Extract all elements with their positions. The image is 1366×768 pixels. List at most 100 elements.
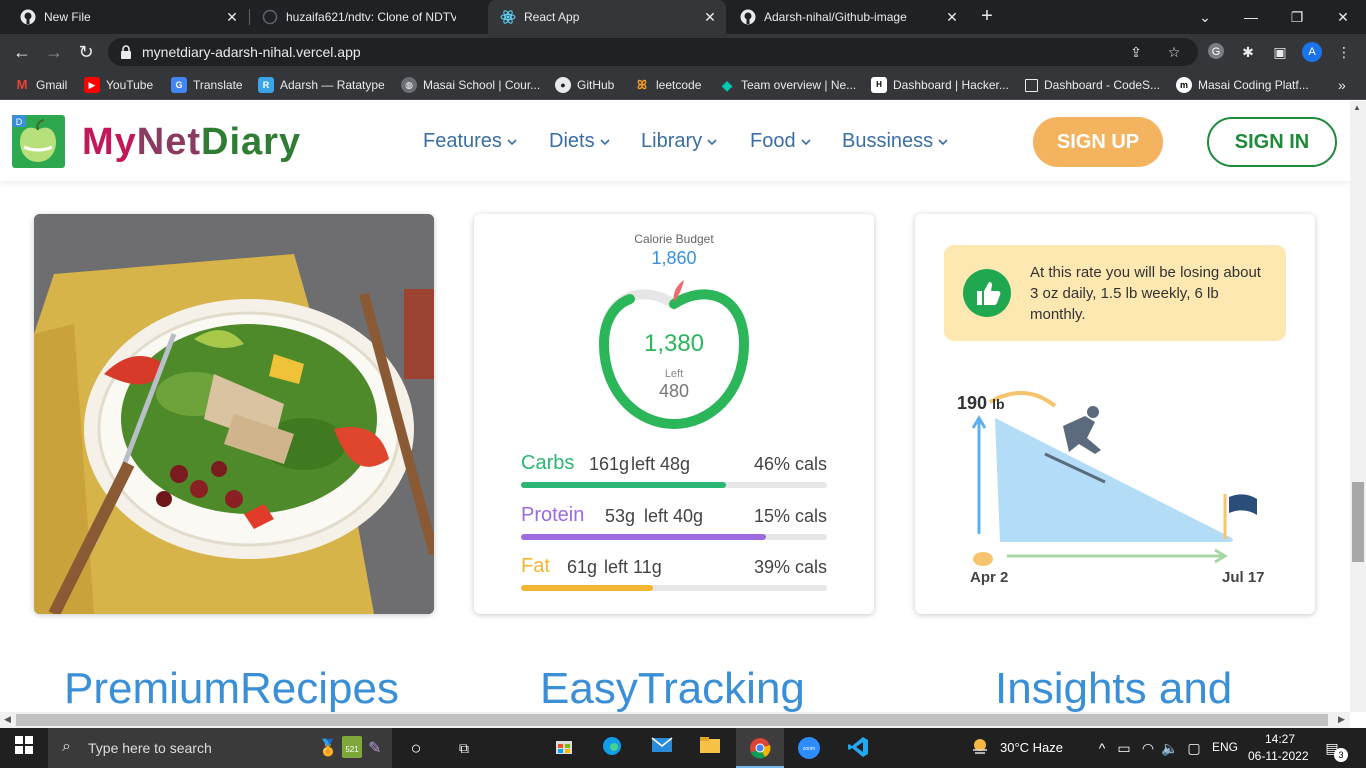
macro-progress-track (521, 585, 827, 591)
macro-progress-fill (521, 534, 766, 540)
netlify-icon: ◆ (721, 77, 733, 93)
bookmark-masai-coding[interactable]: m Masai Coding Platf... (1176, 76, 1309, 94)
tab-close-icon[interactable]: ✕ (224, 9, 240, 25)
profile-avatar[interactable]: A (1302, 42, 1322, 62)
tab-close-icon[interactable]: ✕ (944, 9, 960, 25)
nav-label: Bussiness (842, 130, 934, 152)
tab-github-image[interactable]: Adarsh-nihal/Github-image ✕ (728, 0, 968, 34)
file-explorer-icon[interactable] (698, 736, 722, 760)
sign-in-button[interactable]: SIGN IN (1207, 117, 1337, 167)
logo-badge-letter: D (16, 117, 23, 127)
search-icon: ⌕ (62, 738, 71, 755)
wifi-icon[interactable]: ◠ (1136, 736, 1160, 760)
bookmark-leetcode[interactable]: ꕤ leetcode (634, 76, 701, 94)
nav-label: Food (750, 130, 796, 152)
reload-icon[interactable]: ↻ (74, 40, 98, 64)
insight-message-box: At this rate you will be losing about 3 … (944, 245, 1286, 341)
calorie-budget-card: Calorie Budget 1,860 1,380 Left 480 Carb… (474, 214, 874, 614)
clock-time[interactable]: 14:27 (1262, 732, 1298, 746)
zoom-icon[interactable]: zoom (797, 736, 821, 760)
logo-wordmark[interactable]: MyNetDiary (82, 121, 301, 164)
volume-icon[interactable]: 🔈 (1158, 736, 1182, 760)
close-window-icon[interactable]: ✕ (1320, 0, 1366, 34)
restore-icon[interactable]: ❐ (1274, 0, 1320, 34)
bookmark-masai-school[interactable]: ◍ Masai School | Cour... (401, 76, 540, 94)
bookmark-youtube[interactable]: ▶ YouTube (84, 76, 153, 94)
bookmark-gmail[interactable]: M Gmail (14, 76, 68, 94)
logo-apple-icon[interactable]: D (12, 115, 65, 168)
minimize-icon[interactable]: — (1228, 0, 1274, 34)
scroll-up-arrow-icon[interactable]: ▲ (1353, 103, 1361, 112)
windows-start-icon[interactable] (12, 736, 36, 760)
macro-fat: Fat 61g left 11g 39% cals (521, 555, 827, 595)
weather-text[interactable]: 30°C Haze (1000, 740, 1063, 755)
nav-bussiness[interactable]: Bussiness (842, 130, 948, 153)
vertical-scrollbar-track[interactable] (1350, 101, 1366, 712)
github-icon: ● (555, 77, 571, 93)
chrome-taskbar-icon[interactable] (736, 728, 784, 768)
thumbs-up-icon (963, 269, 1011, 317)
microsoft-store-icon[interactable] (552, 736, 576, 760)
language-indicator[interactable]: ENG (1212, 740, 1238, 754)
macro-progress-fill (521, 585, 653, 591)
extensions-puzzle-icon[interactable]: ✱ (1238, 42, 1258, 62)
clock-date[interactable]: 06-11-2022 (1248, 749, 1309, 763)
macro-left: left 40g (644, 506, 704, 526)
macro-left: left 48g (631, 454, 691, 474)
task-view-icon[interactable]: ⧉ (452, 736, 476, 760)
forward-arrow-icon[interactable]: → (42, 40, 66, 64)
edge-icon[interactable] (600, 736, 624, 760)
bookmark-label: Adarsh — Ratatype (280, 78, 385, 92)
tab-ndtv[interactable]: huzaifa621/ndtv: Clone of NDTV (250, 0, 488, 34)
new-tab-plus-icon[interactable]: + (976, 5, 998, 27)
side-panel-icon[interactable]: ▣ (1270, 42, 1290, 62)
battery-icon[interactable]: ▭ (1112, 736, 1136, 760)
bookmark-label: GitHub (577, 78, 615, 92)
start-date-label: Apr 2 (970, 569, 1009, 586)
bookmark-label: Masai School | Cour... (423, 78, 541, 92)
mail-icon[interactable] (650, 736, 674, 760)
show-hidden-icons-chevron-icon[interactable]: ^ (1090, 736, 1114, 760)
site-header: D MyNetDiary Features Diets Library Food (0, 101, 1350, 181)
macro-progress-track (521, 534, 827, 540)
sign-up-button[interactable]: SIGN UP (1033, 117, 1163, 167)
address-bar[interactable]: mynetdiary-adarsh-nihal.vercel.app ⇪ ☆ (108, 38, 1198, 66)
bookmark-label: Translate (193, 78, 243, 92)
taskbar-search-box[interactable]: ⌕ Type here to search 🏅 521 ✎ (48, 728, 392, 768)
back-arrow-icon[interactable]: ← (10, 40, 34, 64)
tab-react-app[interactable]: React App ✕ (488, 0, 726, 34)
grammarly-icon[interactable]: G (1206, 42, 1226, 62)
vscode-icon[interactable] (846, 736, 870, 760)
share-icon[interactable]: ⇪ (1128, 44, 1144, 60)
tab-title: huzaifa621/ndtv: Clone of NDTV (286, 10, 456, 24)
bookmark-ratatype[interactable]: R Adarsh — Ratatype (258, 76, 385, 94)
horizontal-scrollbar-thumb[interactable] (16, 714, 1328, 726)
more-bookmarks-icon[interactable]: » (1338, 76, 1346, 94)
nav-library[interactable]: Library (641, 130, 717, 153)
nav-food[interactable]: Food (750, 130, 811, 153)
vertical-scrollbar-thumb[interactable] (1352, 482, 1364, 562)
bookmark-label: Masai Coding Platf... (1198, 78, 1309, 92)
salad-image (34, 214, 434, 614)
weather-haze-icon[interactable] (968, 736, 992, 760)
tab-title: React App (524, 10, 580, 24)
macro-cals: 39% cals (753, 557, 827, 577)
svg-text:zoom: zoom (803, 746, 815, 752)
scroll-left-arrow-icon[interactable]: ◀ (4, 714, 11, 725)
menu-kebab-icon[interactable]: ⋮ (1334, 42, 1354, 62)
meet-now-icon[interactable]: ▢ (1182, 736, 1206, 760)
page-viewport: D MyNetDiary Features Diets Library Food (0, 101, 1350, 712)
nav-features[interactable]: Features (423, 130, 517, 153)
tab-new-file[interactable]: New File ✕ (8, 0, 248, 34)
tab-search-chevron-icon[interactable]: ⌄ (1182, 0, 1228, 34)
bookmark-star-icon[interactable]: ☆ (1166, 44, 1182, 60)
scroll-right-arrow-icon[interactable]: ▶ (1338, 714, 1345, 725)
bookmark-team-overview[interactable]: ◆ Team overview | Ne... (719, 76, 857, 94)
bookmark-codesignal[interactable]: Dashboard - CodeS... (1025, 76, 1160, 94)
nav-diets[interactable]: Diets (549, 130, 610, 153)
cortana-circle-icon[interactable]: ○ (404, 736, 428, 760)
bookmark-translate[interactable]: G Translate (171, 76, 243, 94)
tab-close-icon[interactable]: ✕ (702, 9, 718, 25)
bookmark-hackerrank[interactable]: H Dashboard | Hacker... (871, 76, 1009, 94)
bookmark-github[interactable]: ● GitHub (555, 76, 614, 94)
